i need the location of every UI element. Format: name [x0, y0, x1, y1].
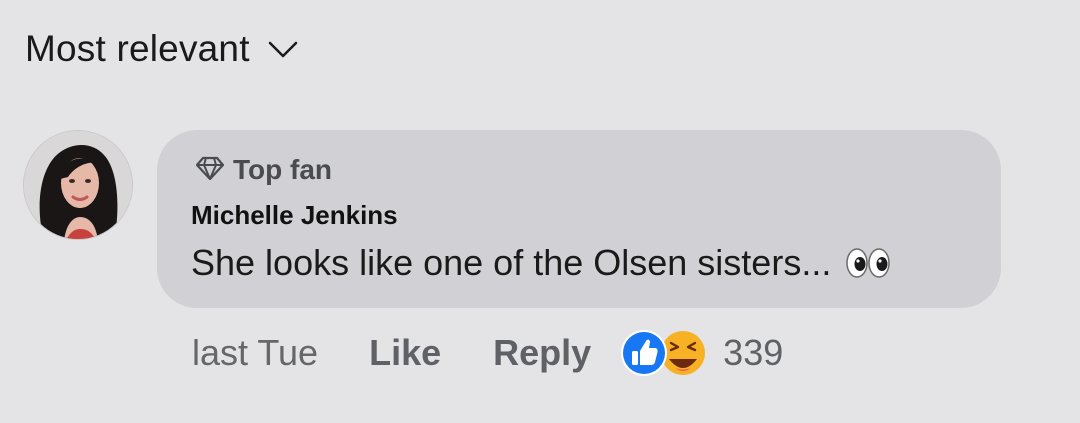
diamond-icon — [195, 155, 225, 186]
comment-text: She looks like one of the Olsen sisters.… — [191, 242, 893, 284]
avatar[interactable] — [23, 130, 133, 240]
reaction-count: 339 — [723, 332, 784, 373]
reply-button[interactable]: Reply — [493, 332, 591, 374]
sort-label: Most relevant — [25, 28, 250, 69]
top-fan-badge[interactable]: Top fan — [195, 154, 332, 186]
reaction-icons — [621, 330, 706, 376]
comment-bubble: Top fan Michelle Jenkins She looks like … — [157, 130, 1001, 308]
badge-label: Top fan — [233, 154, 333, 185]
chevron-down-icon — [268, 41, 298, 64]
sort-dropdown[interactable]: Most relevant — [25, 28, 298, 70]
eyes-emoji-icon — [845, 246, 893, 280]
like-reaction-icon — [621, 330, 668, 376]
comment-timestamp[interactable]: last Tue — [192, 332, 318, 374]
like-button[interactable]: Like — [369, 332, 441, 374]
comment-text-body: She looks like one of the Olsen sisters.… — [191, 242, 832, 283]
haha-reaction-icon — [661, 331, 706, 375]
reactions-summary[interactable]: 339 — [619, 328, 783, 378]
comment-author[interactable]: Michelle Jenkins — [191, 200, 398, 231]
comment-actions: last Tue Like Reply 339 — [192, 330, 783, 376]
